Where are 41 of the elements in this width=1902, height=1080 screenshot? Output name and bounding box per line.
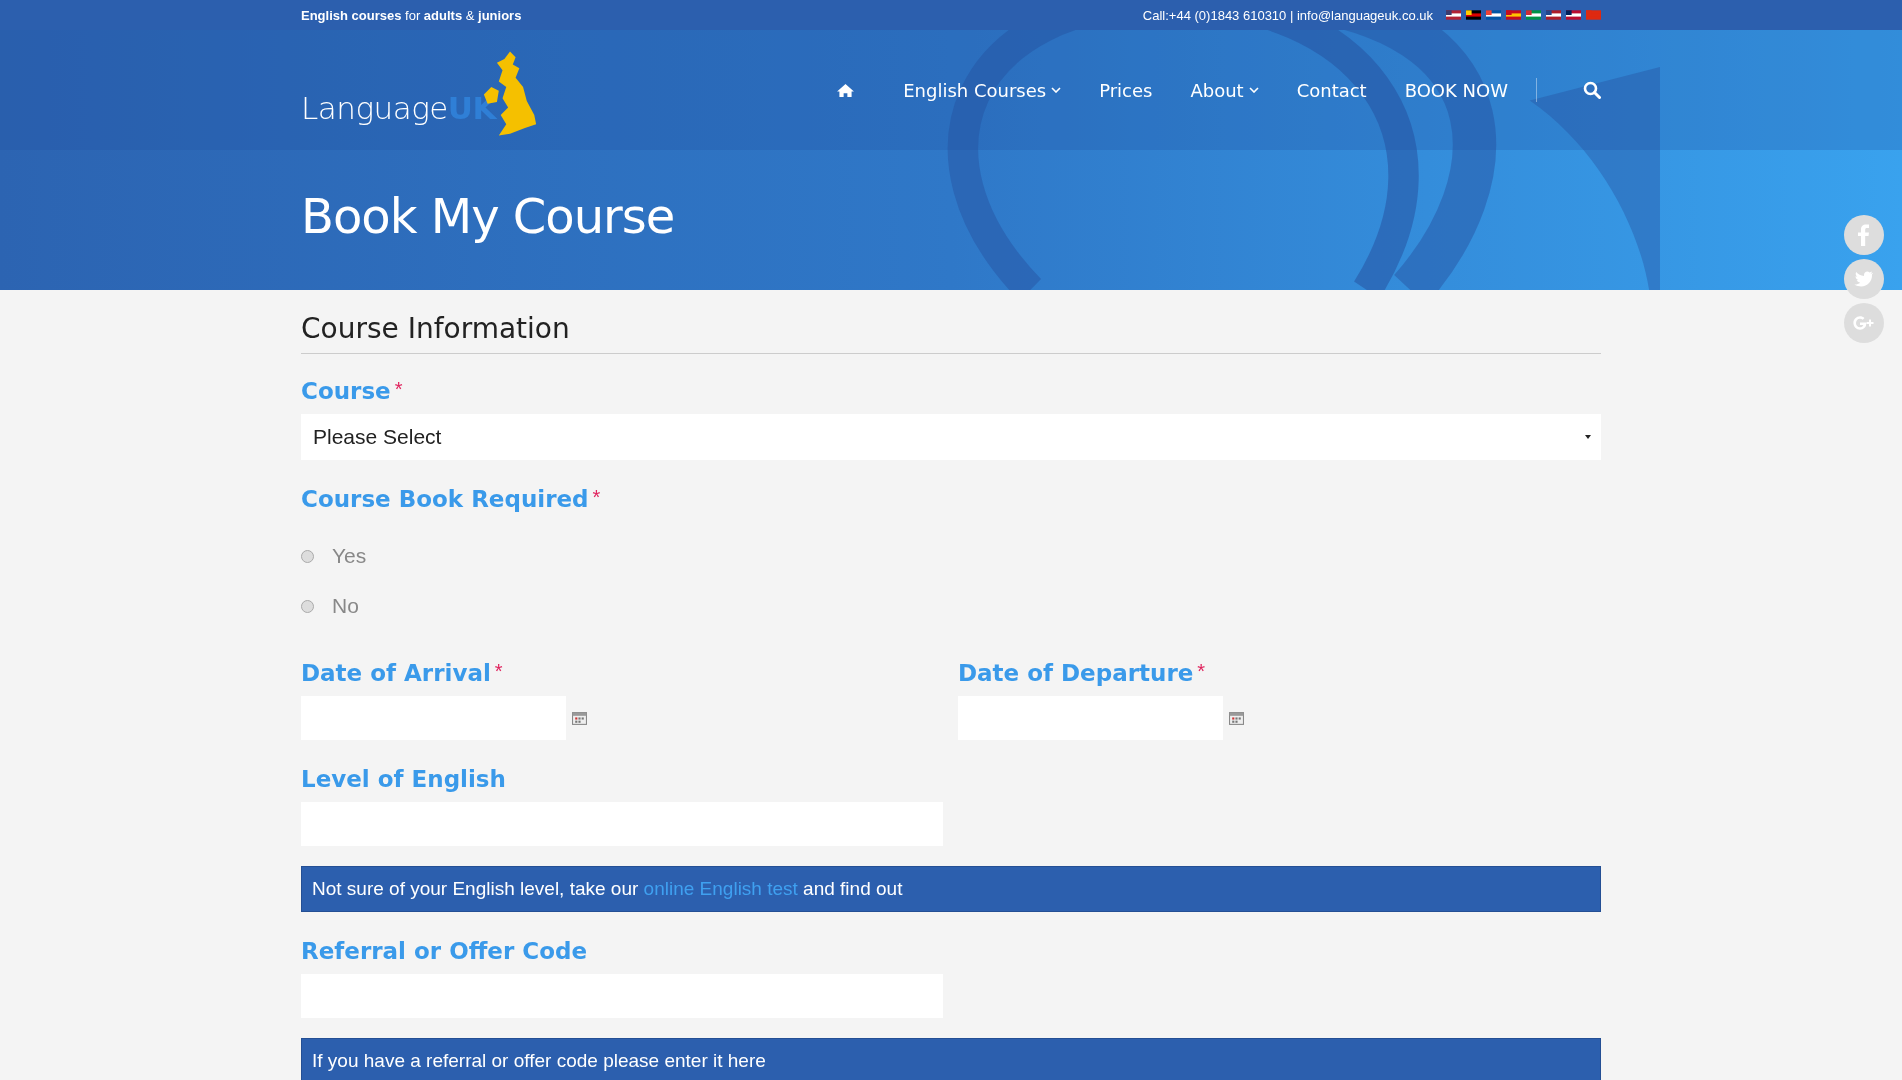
nav-link[interactable]: English Courses	[903, 79, 1062, 101]
required-mark: *	[592, 486, 601, 509]
contact-info: Call:+44 (0)1843 610310 | info@languageuk.co.uk	[1142, 7, 1433, 23]
chevron-down-icon[interactable]	[1051, 87, 1062, 93]
page-title: Book My Course	[301, 188, 676, 244]
required-mark: *	[394, 378, 403, 401]
field-label: Course Book Required	[301, 486, 589, 512]
calendar-icon[interactable]	[572, 711, 587, 725]
flag-icon[interactable]	[1566, 10, 1581, 20]
nav-link[interactable]: Prices	[1099, 79, 1153, 101]
nav-link[interactable]: BOOK NOW	[1404, 79, 1508, 101]
field-label: Level of English	[301, 766, 506, 792]
radio-button[interactable]	[301, 549, 314, 563]
nav-link[interactable]: Contact	[1296, 79, 1367, 101]
info-notice: If you have a referral or offer code please enter it here	[301, 1038, 1601, 1080]
section-title: Course Information	[301, 312, 1601, 354]
radio-label[interactable]: Yes	[332, 544, 367, 568]
tagline-text: English courses for adults & juniors	[301, 7, 522, 23]
search-icon[interactable]	[1583, 81, 1601, 99]
flag-icon[interactable]	[1526, 10, 1541, 20]
required-mark: *	[1197, 660, 1206, 683]
flag-icon[interactable]	[1546, 10, 1561, 20]
field-label: Course	[301, 378, 391, 404]
field-label: Date of Departure	[958, 660, 1194, 686]
facebook-icon[interactable]	[1844, 215, 1884, 255]
dropdown-arrow-icon[interactable]	[1585, 435, 1591, 439]
flag-icon[interactable]	[1446, 10, 1461, 20]
twitter-icon[interactable]	[1844, 259, 1884, 299]
info-notice: Not sure of your English level, take our online English test and find out	[301, 866, 1601, 912]
flag-icon[interactable]	[1486, 10, 1501, 20]
field-label: Referral or Offer Code	[301, 938, 588, 964]
flag-icon[interactable]	[1466, 10, 1481, 20]
calendar-icon[interactable]	[1229, 711, 1244, 725]
nav-link[interactable]: About	[1190, 79, 1259, 101]
chevron-down-icon[interactable]	[1248, 87, 1259, 93]
radio-label[interactable]: No	[332, 594, 359, 618]
field-label: Date of Arrival	[301, 660, 491, 686]
course-select[interactable]: Please Select	[301, 414, 1601, 460]
radio-button[interactable]	[301, 599, 314, 613]
required-mark: *	[494, 660, 503, 683]
home-icon[interactable]	[836, 82, 856, 98]
